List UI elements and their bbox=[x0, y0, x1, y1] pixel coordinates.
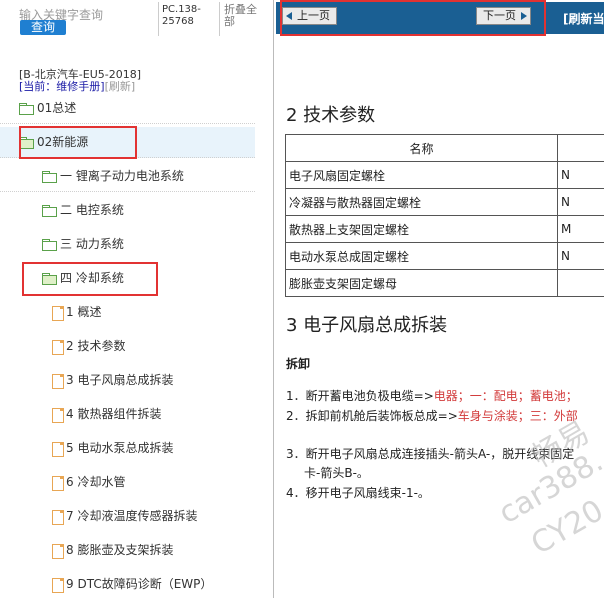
refresh-link[interactable]: [刷新] bbox=[105, 80, 136, 93]
document-icon bbox=[52, 475, 64, 491]
toc-item-label: 6 冷却水管 bbox=[66, 475, 126, 489]
folder-icon bbox=[42, 171, 57, 183]
step-text: 2．拆卸前机舱后装饰板总成=> bbox=[286, 409, 458, 423]
table-cell: M bbox=[557, 215, 604, 243]
toc-item-label: 1 概述 bbox=[66, 305, 102, 319]
table-cell: 电子风扇固定螺栓 bbox=[285, 161, 558, 189]
toc-item-label: 一 锂离子动力电池系统 bbox=[60, 169, 184, 183]
table-cell: N bbox=[557, 242, 604, 270]
divider bbox=[158, 2, 159, 36]
step-1: 1．断开蓄电池负极电缆=>电器；一：配电；蓄电池； bbox=[286, 387, 578, 404]
table-row: 散热器上支架固定螺栓 M bbox=[285, 215, 604, 243]
column-header bbox=[557, 134, 604, 162]
toc-item[interactable]: 2 技术参数 bbox=[0, 331, 255, 361]
highlight-box bbox=[22, 262, 158, 296]
table-row: 冷凝器与散热器固定螺栓 N bbox=[285, 188, 604, 216]
toc-item[interactable]: 二 电控系统 bbox=[0, 195, 255, 225]
column-header: 名称 bbox=[285, 134, 558, 162]
step-4: 4．移开电子风扇线束-1-。 bbox=[286, 486, 430, 500]
table-cell: N bbox=[557, 161, 604, 189]
folder-icon bbox=[42, 239, 57, 251]
content-panel: 上一页 下一页 [刷新当 2 技术参数 名称 电子风扇固定螺栓 N 冷凝器与散热器… bbox=[274, 0, 604, 598]
section-title: 2 技术参数 bbox=[286, 105, 376, 126]
fold-all-button[interactable]: 折叠全部 bbox=[224, 4, 264, 28]
current-manual: [当前：维修手册][刷新] bbox=[19, 78, 135, 94]
document-icon bbox=[52, 441, 64, 457]
document-icon bbox=[52, 339, 64, 355]
toc-item[interactable]: 6 冷却水管 bbox=[0, 467, 255, 497]
table-cell: 散热器上支架固定螺栓 bbox=[285, 215, 558, 243]
folder-icon bbox=[19, 103, 34, 115]
table-row: 膨胀壶支架固定螺母 bbox=[285, 269, 604, 297]
table-cell: 膨胀壶支架固定螺母 bbox=[285, 269, 558, 297]
navigation-panel: 输入关键字查询 查询 PC.138-25768 折叠全部 [B-北京汽车-EU5… bbox=[0, 0, 274, 598]
table-cell: 电动水泵总成固定螺栓 bbox=[285, 242, 558, 270]
toc-item[interactable]: 一 锂离子动力电池系统 bbox=[0, 161, 255, 192]
spec-table: 名称 电子风扇固定螺栓 N 冷凝器与散热器固定螺栓 N 散热器上支架固定螺栓 M 电动… bbox=[285, 134, 604, 297]
table-row: 电动水泵总成固定螺栓 N bbox=[285, 242, 604, 270]
toc-item-label: 三 动力系统 bbox=[60, 237, 124, 251]
toc-item-label: 3 电子风扇总成拆装 bbox=[66, 373, 174, 387]
search-button[interactable]: 查询 bbox=[20, 20, 66, 35]
table-header-row: 名称 bbox=[285, 134, 604, 162]
toc-item-label: 9 DTC故障码诊断（EWP） bbox=[66, 577, 213, 591]
folder-icon bbox=[42, 205, 57, 217]
document-icon bbox=[52, 305, 64, 321]
toc-item-label: 2 技术参数 bbox=[66, 339, 126, 353]
toc-item[interactable]: 三 动力系统 bbox=[0, 229, 255, 259]
divider bbox=[219, 2, 220, 36]
current-label: 维修手册] bbox=[56, 80, 105, 93]
toc-item-label: 01总述 bbox=[37, 101, 77, 115]
refresh-current-button[interactable]: [刷新当 bbox=[563, 10, 604, 27]
toc-item[interactable]: 5 电动水泵总成拆装 bbox=[0, 433, 255, 463]
toc-item-label: 4 散热器组件拆装 bbox=[66, 407, 162, 421]
document-icon bbox=[52, 407, 64, 423]
subsection-title: 拆卸 bbox=[286, 357, 311, 371]
toc-item-label: 5 电动水泵总成拆装 bbox=[66, 441, 174, 455]
toc-item[interactable]: 1 概述 bbox=[0, 297, 255, 327]
highlight-box bbox=[280, 0, 546, 36]
table-row: 电子风扇固定螺栓 N bbox=[285, 161, 604, 189]
toc-item[interactable]: 7 冷却液温度传感器拆装 bbox=[0, 501, 255, 531]
step-text: 1．断开蓄电池负极电缆=> bbox=[286, 389, 434, 403]
toc-item[interactable]: 3 电子风扇总成拆装 bbox=[0, 365, 255, 395]
current-prefix: [当前： bbox=[19, 80, 57, 93]
document-icon bbox=[52, 577, 64, 593]
toc-item-label: 8 膨胀壶及支架拆装 bbox=[66, 543, 174, 557]
document-icon bbox=[52, 543, 64, 559]
section-title: 3 电子风扇总成拆装 bbox=[286, 315, 448, 336]
highlight-box bbox=[19, 126, 137, 159]
table-cell: 冷凝器与散热器固定螺栓 bbox=[285, 188, 558, 216]
step-2: 2．拆卸前机舱后装饰板总成=>车身与涂装；三：外部 bbox=[286, 407, 578, 424]
toc-item[interactable]: 9 DTC故障码诊断（EWP） bbox=[0, 569, 255, 598]
table-cell: N bbox=[557, 188, 604, 216]
toc-item-label: 7 冷却液温度传感器拆装 bbox=[66, 509, 198, 523]
pc-code: PC.138-25768 bbox=[162, 4, 201, 27]
toc-item[interactable]: 4 散热器组件拆装 bbox=[0, 399, 255, 429]
document-icon bbox=[52, 509, 64, 525]
table-cell bbox=[557, 269, 604, 297]
step-3-cont: 卡-箭头B-。 bbox=[304, 466, 369, 480]
step-link[interactable]: 电器；一：配电；蓄电池； bbox=[434, 389, 578, 403]
toc-item-label: 二 电控系统 bbox=[60, 203, 124, 217]
toc-item[interactable]: 01总述 bbox=[0, 93, 255, 124]
document-icon bbox=[52, 373, 64, 389]
toc-item[interactable]: 8 膨胀壶及支架拆装 bbox=[0, 535, 255, 565]
